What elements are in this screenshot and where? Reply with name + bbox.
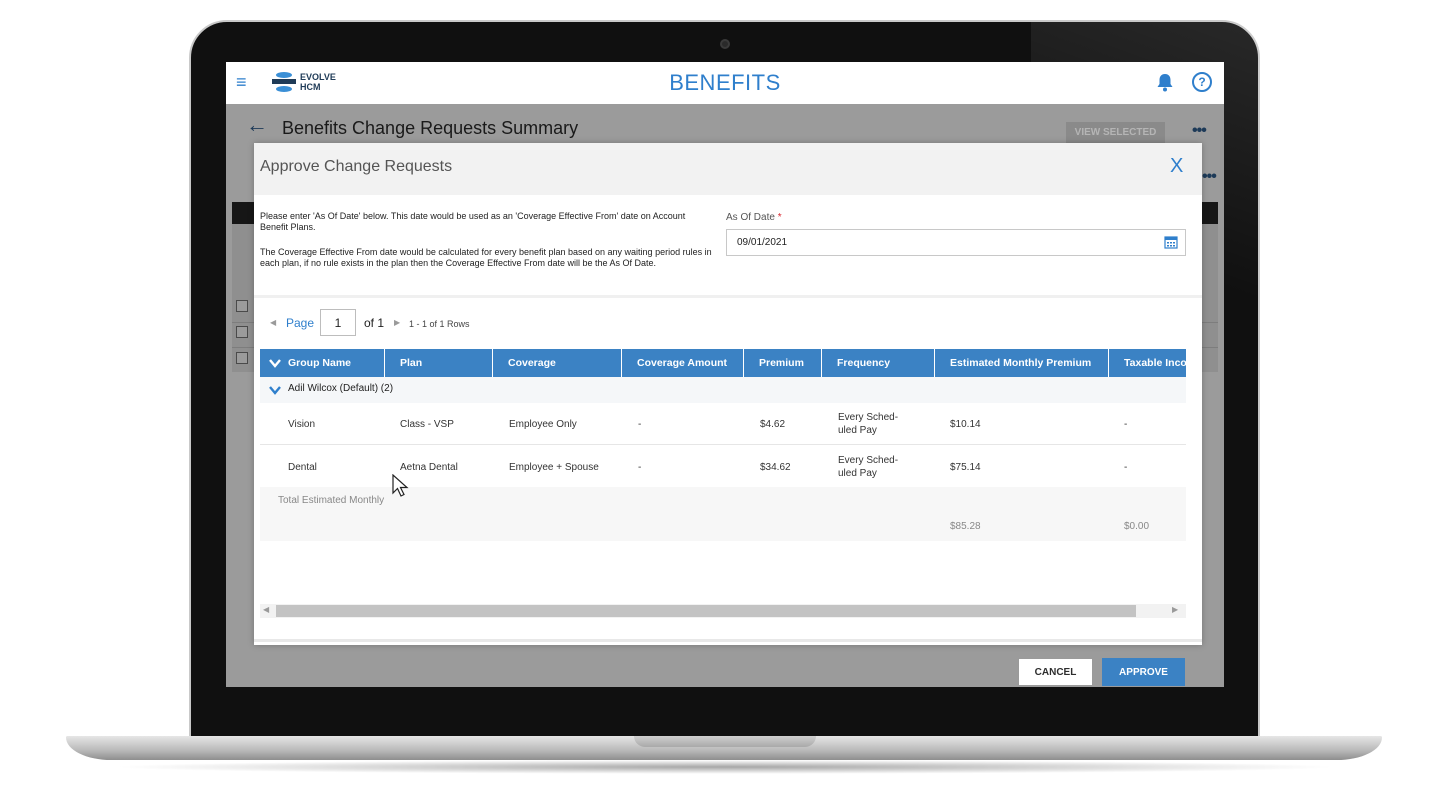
background-row-checkbox[interactable] bbox=[236, 300, 248, 312]
scroll-right-icon[interactable]: ▶ bbox=[1172, 605, 1178, 614]
frequency-line2: uled Pay bbox=[838, 468, 877, 479]
back-arrow-icon[interactable]: ← bbox=[246, 114, 268, 136]
approve-change-requests-dialog: Approve Change Requests X Please enter '… bbox=[254, 143, 1202, 686]
group-chevron-down-icon[interactable] bbox=[268, 384, 282, 396]
close-icon[interactable]: X bbox=[1170, 155, 1183, 178]
column-header-coverage-amount[interactable]: Coverage Amount bbox=[622, 349, 744, 377]
total-taxable-income: $0.00 bbox=[1124, 521, 1150, 532]
app-title: BENEFITS bbox=[669, 70, 781, 95]
approve-button[interactable]: APPROVE bbox=[1102, 658, 1185, 686]
grid-more-icon[interactable]: ••• bbox=[1202, 168, 1217, 186]
pager-rows-count: 1 - 1 of 1 Rows bbox=[409, 319, 470, 329]
pager-prev-icon[interactable]: ◀ bbox=[270, 318, 276, 327]
horizontal-scrollbar[interactable]: ◀ ▶ bbox=[260, 604, 1186, 618]
cell-taxable-income: - bbox=[1124, 418, 1128, 430]
pager-of-label: of 1 bbox=[364, 316, 385, 330]
column-header-group-name[interactable]: Group Name bbox=[260, 349, 385, 377]
table-row[interactable]: Vision Class - VSP Employee Only - $4.62… bbox=[260, 403, 1186, 445]
as-of-date-label: As Of Date * bbox=[726, 212, 782, 223]
mouse-pointer-icon bbox=[392, 474, 409, 497]
column-header-premium[interactable]: Premium bbox=[744, 349, 822, 377]
column-header-taxable-income[interactable]: Taxable Inco bbox=[1109, 349, 1186, 377]
cell-frequency: Every Sched- uled Pay bbox=[838, 446, 898, 488]
cell-coverage: Employee Only bbox=[509, 418, 577, 430]
cell-coverage-amount: - bbox=[638, 418, 642, 430]
instruction-text-2: The Coverage Effective From date would b… bbox=[260, 247, 712, 268]
pager-page-input[interactable] bbox=[320, 309, 356, 336]
frequency-line1: Every Sched- bbox=[838, 412, 899, 423]
screen: ≡ EVOLVE HCM BENEFITS ? ← Benefits Chang… bbox=[226, 62, 1224, 687]
required-mark: * bbox=[777, 212, 782, 223]
notification-bell-icon[interactable] bbox=[1156, 72, 1174, 92]
frequency-line2: uled Pay bbox=[838, 425, 877, 436]
page-more-icon[interactable]: ••• bbox=[1192, 122, 1207, 140]
footer-divider bbox=[254, 639, 1202, 642]
change-requests-grid: Group Name Plan Coverage Coverage Amount… bbox=[260, 349, 1186, 559]
as-of-date-label-text: As Of Date bbox=[726, 212, 775, 223]
cell-premium: $34.62 bbox=[760, 461, 791, 473]
cell-group-name: Vision bbox=[288, 418, 316, 430]
background-row-checkbox[interactable] bbox=[236, 326, 248, 338]
dialog-header: Approve Change Requests X bbox=[254, 143, 1202, 195]
total-estimated-monthly-premium: $85.28 bbox=[950, 521, 981, 532]
column-header-estimated-monthly-premium[interactable]: Estimated Monthly Premium bbox=[935, 349, 1109, 377]
pager-page-label: Page bbox=[286, 316, 315, 330]
pager-next-icon[interactable]: ▶ bbox=[394, 318, 400, 327]
laptop-notch bbox=[634, 736, 816, 747]
calendar-icon[interactable] bbox=[1164, 235, 1178, 249]
cell-frequency: Every Sched- uled Pay bbox=[838, 403, 898, 445]
as-of-date-input[interactable] bbox=[726, 229, 1186, 256]
column-header-frequency[interactable]: Frequency bbox=[822, 349, 935, 377]
cell-coverage: Employee + Spouse bbox=[509, 461, 599, 473]
cancel-button[interactable]: CANCEL bbox=[1018, 658, 1093, 686]
column-header-coverage[interactable]: Coverage bbox=[493, 349, 622, 377]
grid-header: Group Name Plan Coverage Coverage Amount… bbox=[260, 349, 1186, 377]
cell-taxable-income: - bbox=[1124, 461, 1128, 473]
column-header-plan[interactable]: Plan bbox=[385, 349, 493, 377]
view-selected-button[interactable]: VIEW SELECTED bbox=[1066, 122, 1165, 144]
instruction-text-1: Please enter 'As Of Date' below. This da… bbox=[260, 211, 686, 232]
section-divider bbox=[254, 295, 1202, 298]
laptop-shadow bbox=[110, 760, 1340, 774]
help-icon[interactable]: ? bbox=[1192, 72, 1212, 92]
dialog-title: Approve Change Requests bbox=[260, 158, 453, 175]
app-header: ≡ EVOLVE HCM BENEFITS ? bbox=[226, 62, 1224, 104]
cell-premium: $4.62 bbox=[760, 418, 786, 430]
group-label: Adil Wilcox (Default) (2) bbox=[288, 383, 394, 394]
webcam bbox=[720, 39, 730, 49]
total-estimated-monthly-label: Total Estimated Monthly bbox=[278, 495, 385, 506]
page-title: Benefits Change Requests Summary bbox=[282, 118, 579, 138]
group-row[interactable]: Adil Wilcox (Default) (2) bbox=[260, 377, 1186, 403]
cell-estimated-monthly-premium: $75.14 bbox=[950, 461, 981, 473]
cell-plan: Class - VSP bbox=[400, 418, 454, 430]
frequency-line1: Every Sched- bbox=[838, 455, 899, 466]
cell-group-name: Dental bbox=[288, 461, 317, 473]
background-row-checkbox[interactable] bbox=[236, 352, 248, 364]
scrollbar-thumb[interactable] bbox=[276, 605, 1136, 617]
cell-coverage-amount: - bbox=[638, 461, 642, 473]
scroll-left-icon[interactable]: ◀ bbox=[263, 605, 269, 614]
cell-estimated-monthly-premium: $10.14 bbox=[950, 418, 981, 430]
